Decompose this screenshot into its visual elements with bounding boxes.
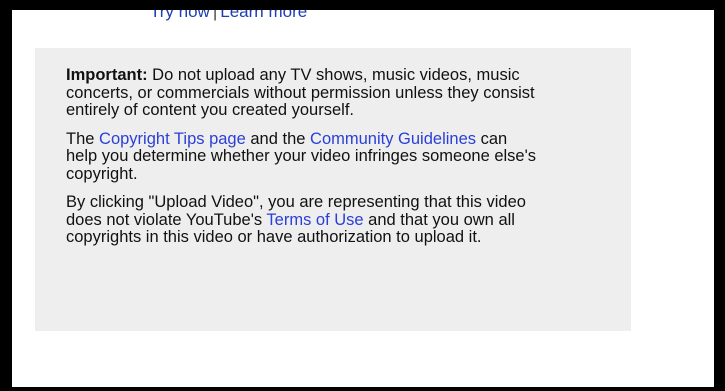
community-guidelines-link[interactable]: Community Guidelines [310,130,476,148]
copyright-text-pre: The [66,129,100,148]
link-separator: | [212,10,218,21]
copyright-text-mid: and the [245,129,311,148]
learn-more-link[interactable]: Learn more [220,10,307,21]
important-label: Important: [66,66,148,84]
important-paragraph: Important: Do not upload any TV shows, m… [66,66,536,120]
terms-of-use-link[interactable]: Terms of Use [266,211,363,229]
copyright-notice-panel: Important: Do not upload any TV shows, m… [35,48,631,331]
try-now-link[interactable]: Try now [150,10,210,21]
upload-page: Try now | Learn more Important: Do not upl… [12,10,714,387]
copyright-paragraph: The Copyright Tips page and the Communit… [66,129,536,184]
try-learn-links: Try now | Learn more [150,10,307,22]
terms-paragraph: By clicking "Upload Video", you are repr… [66,193,536,247]
copyright-tips-link[interactable]: Copyright Tips page [99,130,246,148]
